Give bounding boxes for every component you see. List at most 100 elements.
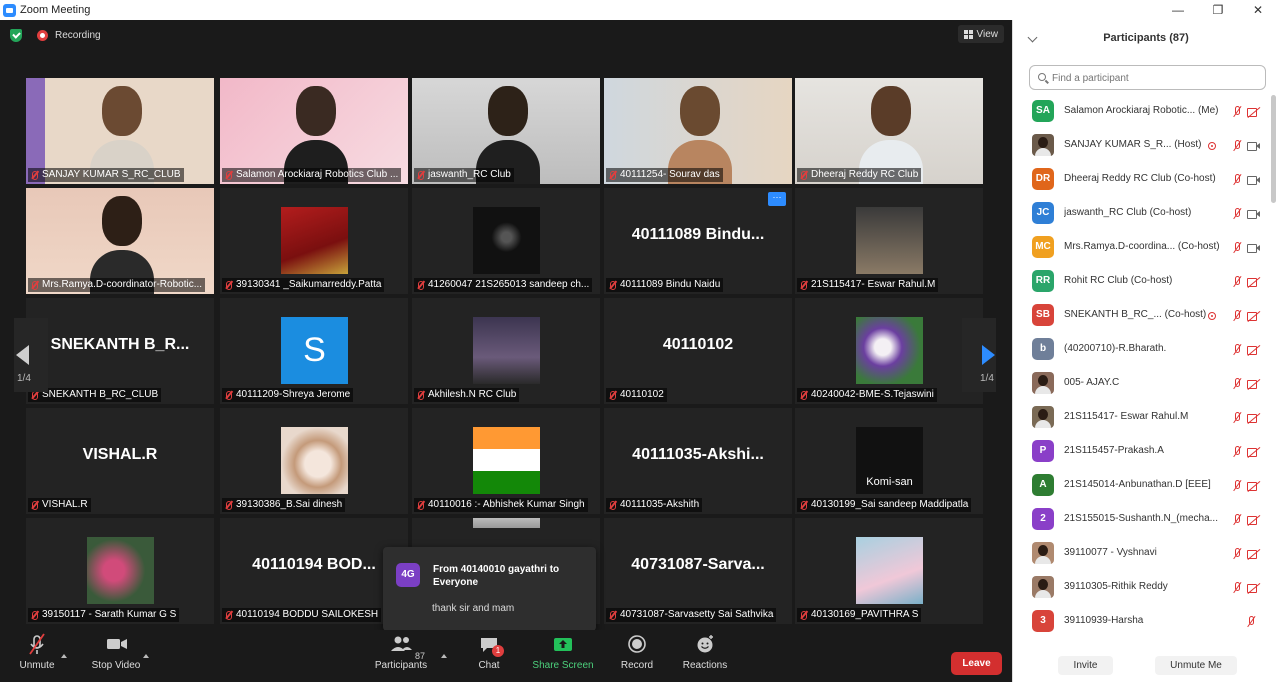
participant-row[interactable]: 2 21S155015-Sushanth.N_(mecha... xyxy=(1013,503,1269,537)
maximize-button[interactable]: ❐ xyxy=(1198,0,1238,20)
mic-muted-icon[interactable] xyxy=(1231,377,1243,391)
participant-tile[interactable]: 40111035-Akshi... 40111035-Akshith xyxy=(604,408,792,514)
participant-row[interactable]: RR Rohit RC Club (Co-host) xyxy=(1013,265,1269,299)
record-button[interactable]: Record xyxy=(617,630,657,682)
camera-off-icon[interactable] xyxy=(1247,107,1261,117)
participant-row[interactable]: b (40200710)-R.Bharath. xyxy=(1013,333,1269,367)
participant-tile[interactable]: 39130341 _Saikumarreddy.Patta xyxy=(220,188,408,294)
mic-muted-icon[interactable] xyxy=(1231,207,1243,221)
participant-row[interactable]: 3 39110939-Harsha xyxy=(1013,605,1269,639)
mic-muted-icon[interactable] xyxy=(1231,173,1243,187)
host-indicator-icon xyxy=(1208,312,1216,320)
participant-row[interactable]: JC jaswanth_RC Club (Co-host) xyxy=(1013,197,1269,231)
stop-video-button[interactable]: Stop Video xyxy=(88,630,144,682)
participant-tile[interactable]: 39150117 - Sarath Kumar G S xyxy=(26,518,214,624)
participant-row[interactable]: SANJAY KUMAR S_R... (Host) xyxy=(1013,129,1269,163)
view-button[interactable]: View xyxy=(957,25,1004,43)
unmute-me-button[interactable]: Unmute Me xyxy=(1155,656,1237,675)
more-options-icon[interactable]: ··· xyxy=(768,192,786,206)
participant-row[interactable]: A 21S145014-Anbunathan.D [EEE] xyxy=(1013,469,1269,503)
mic-muted-icon[interactable] xyxy=(1231,241,1243,255)
participants-count: 87 xyxy=(415,651,426,661)
participant-row[interactable]: SA Salamon Arockiaraj Robotic... (Me) xyxy=(1013,95,1269,129)
participant-row[interactable]: DR Dheeraj Reddy RC Club (Co-host) xyxy=(1013,163,1269,197)
stop-video-label: Stop Video xyxy=(91,660,141,671)
unmute-button[interactable]: Unmute xyxy=(14,630,60,682)
participant-list-scrollbar[interactable] xyxy=(1271,95,1276,203)
camera-off-icon[interactable] xyxy=(1247,447,1261,457)
chat-notification[interactable]: 4G From 40140010 gayathri to Everyone th… xyxy=(383,547,596,631)
participant-tile[interactable]: 40110194 BOD... 40110194 BODDU SAILOKESH xyxy=(220,518,408,624)
participant-tile[interactable]: 40731087-Sarva... 40731087-Sarvasetty Sai… xyxy=(604,518,792,624)
invite-button[interactable]: Invite xyxy=(1058,656,1113,675)
participant-tile[interactable]: 21S115417- Eswar Rahul.M xyxy=(795,188,983,294)
participant-row[interactable]: 39110077 - Vyshnavi xyxy=(1013,537,1269,571)
participant-row[interactable]: MC Mrs.Ramya.D-coordina... (Co-host) xyxy=(1013,231,1269,265)
mic-muted-icon[interactable] xyxy=(1231,343,1243,357)
mic-muted-icon[interactable] xyxy=(1231,411,1243,425)
camera-off-icon[interactable] xyxy=(1247,311,1261,321)
mic-muted-icon[interactable] xyxy=(1231,105,1243,119)
participant-tile[interactable]: VISHAL.R VISHAL.R xyxy=(26,408,214,514)
mic-muted-icon[interactable] xyxy=(1231,275,1243,289)
close-window-button[interactable]: ✕ xyxy=(1238,0,1278,20)
participant-tile[interactable]: Komi-san 40130199_Sai sandeep Maddipatla xyxy=(795,408,983,514)
participant-tile[interactable]: Salamon Arockiaraj Robotics Club ... xyxy=(220,78,408,184)
profile-photo xyxy=(856,207,923,274)
participant-tile[interactable]: Akhilesh.N RC Club xyxy=(412,298,600,404)
camera-off-icon[interactable] xyxy=(1247,345,1261,355)
chat-button[interactable]: Chat xyxy=(470,630,508,682)
camera-off-icon[interactable] xyxy=(1247,549,1261,559)
participant-search-input[interactable] xyxy=(1052,70,1252,86)
participant-name-label: Salamon Arockiaraj Robotics Club ... xyxy=(222,168,402,182)
participants-caret-icon[interactable] xyxy=(441,654,447,658)
camera-off-icon[interactable] xyxy=(1247,481,1261,491)
mic-muted-icon[interactable] xyxy=(1231,479,1243,493)
participant-row[interactable]: P 21S115457-Prakash.A xyxy=(1013,435,1269,469)
camera-off-icon[interactable] xyxy=(1247,277,1261,287)
participant-tile[interactable]: jaswanth_RC Club xyxy=(412,78,600,184)
video-options-caret-icon[interactable] xyxy=(143,654,149,658)
camera-on-icon[interactable] xyxy=(1247,175,1261,185)
share-screen-button[interactable]: Share Screen xyxy=(530,630,596,682)
participant-tile[interactable]: S 40111209-Shreya Jerome xyxy=(220,298,408,404)
participants-label: Participants xyxy=(374,660,428,671)
participant-tile[interactable]: 40111254- Sourav das xyxy=(604,78,792,184)
camera-on-icon[interactable] xyxy=(1247,243,1261,253)
camera-off-icon[interactable] xyxy=(1247,379,1261,389)
participant-tile[interactable]: SANJAY KUMAR S_RC_CLUB xyxy=(26,78,214,184)
participant-tile[interactable]: Mrs.Ramya.D-coordinator-Robotic... xyxy=(26,188,214,294)
leave-button[interactable]: Leave xyxy=(951,652,1002,675)
participant-row[interactable]: SB SNEKANTH B_RC_... (Co-host) xyxy=(1013,299,1269,333)
participant-row[interactable]: 005- AJAY.C xyxy=(1013,367,1269,401)
mic-muted-icon xyxy=(29,633,45,655)
participant-tile[interactable]: 40110016 :- Abhishek Kumar Singh xyxy=(412,408,600,514)
participant-tile[interactable]: 40111089 Bindu... ··· 40111089 Bindu Naidu xyxy=(604,188,792,294)
mic-muted-icon[interactable] xyxy=(1231,139,1243,153)
camera-off-icon[interactable] xyxy=(1247,515,1261,525)
mic-muted-icon[interactable] xyxy=(1231,513,1243,527)
reactions-button[interactable]: Reactions xyxy=(679,630,731,682)
camera-off-icon[interactable] xyxy=(1247,583,1261,593)
participant-tile[interactable]: 39130386_B.Sai dinesh xyxy=(220,408,408,514)
encryption-shield-icon[interactable] xyxy=(10,29,22,42)
camera-on-icon[interactable] xyxy=(1247,141,1261,151)
participant-tile[interactable]: 41260047 21S265013 sandeep ch... xyxy=(412,188,600,294)
mic-muted-icon[interactable] xyxy=(1231,445,1243,459)
mic-muted-icon[interactable] xyxy=(1231,581,1243,595)
mic-muted-icon[interactable] xyxy=(1245,615,1257,629)
participant-tile[interactable]: SNEKANTH B_R... SNEKANTH B_RC_CLUB xyxy=(26,298,214,404)
participant-row[interactable]: 21S115417- Eswar Rahul.M xyxy=(1013,401,1269,435)
audio-options-caret-icon[interactable] xyxy=(61,654,67,658)
minimize-button[interactable]: — xyxy=(1158,0,1198,20)
participant-tile[interactable]: 40240042-BME-S.Tejaswini xyxy=(795,298,983,404)
mic-muted-icon[interactable] xyxy=(1231,547,1243,561)
participant-search[interactable] xyxy=(1029,65,1266,90)
camera-off-icon[interactable] xyxy=(1247,413,1261,423)
participant-tile[interactable]: 40110102 40110102 xyxy=(604,298,792,404)
participant-tile[interactable]: Dheeraj Reddy RC Club xyxy=(795,78,983,184)
camera-on-icon[interactable] xyxy=(1247,209,1261,219)
mic-muted-icon[interactable] xyxy=(1231,309,1243,323)
participant-tile[interactable]: 40130169_PAVITHRA S xyxy=(795,518,983,624)
participant-row[interactable]: 39110305-Rithik Reddy xyxy=(1013,571,1269,605)
